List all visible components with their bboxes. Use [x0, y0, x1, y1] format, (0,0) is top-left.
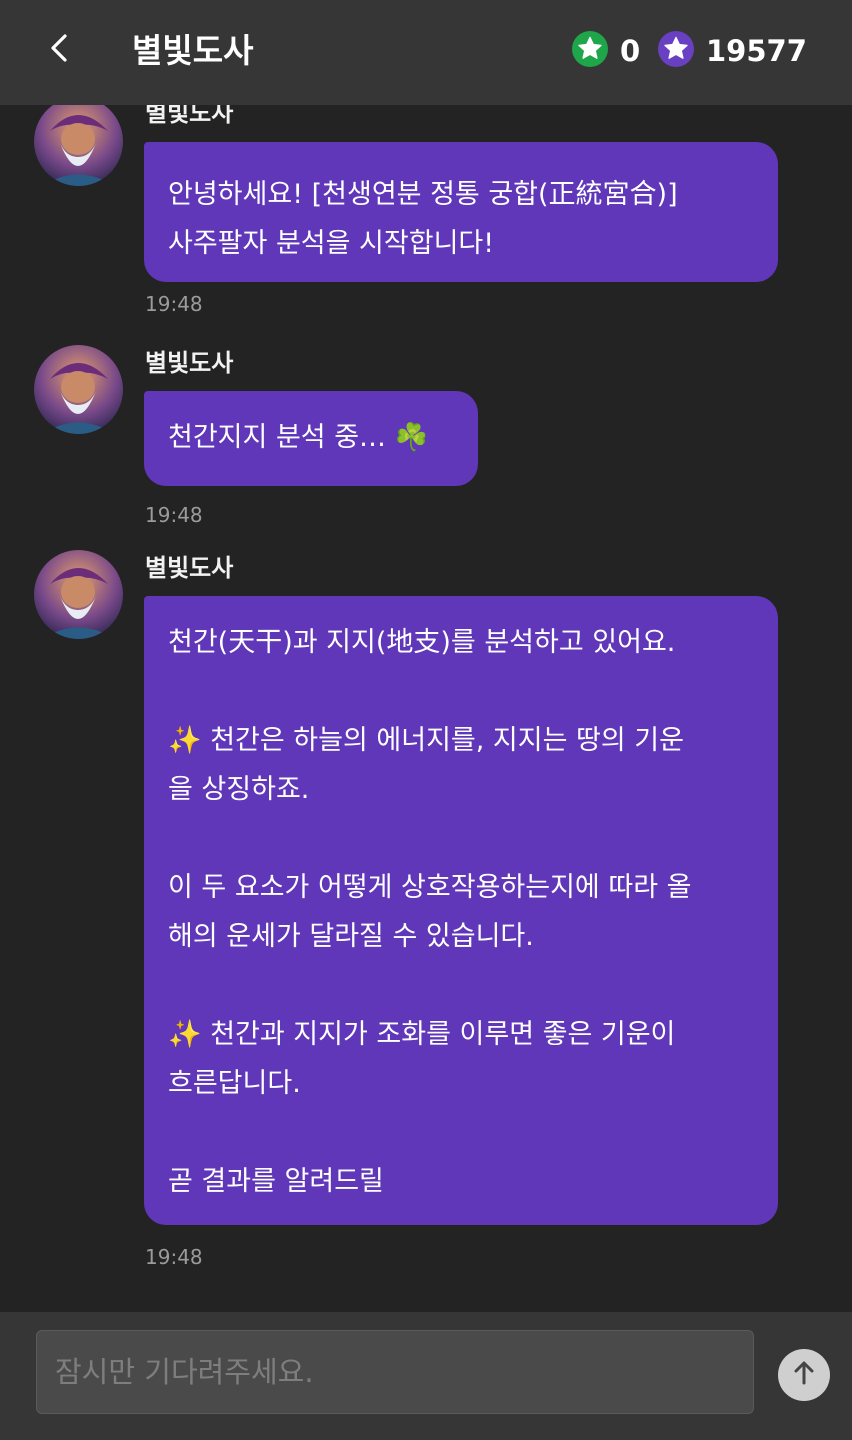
page-title: 별빛도사 [132, 31, 254, 70]
message-time: 19:48 [145, 1245, 203, 1269]
message-time: 19:48 [145, 503, 203, 527]
green-star-count: 0 [620, 34, 641, 68]
arrow-up-icon [790, 1359, 818, 1391]
chat-screen: 별빛도사 0 19577 별빛도사 안녕하세요! [천생연분 정통 궁합(正統宮… [0, 0, 852, 1440]
green-star-counter: 0 [572, 30, 640, 72]
message-bubble: 안녕하세요! [천생연분 정통 궁합(正統宮合)] 사주팔자 분석을 시작합니다… [144, 142, 778, 282]
sender-name: 별빛도사 [145, 349, 234, 377]
message-input-bar [0, 1312, 852, 1440]
purple-star-count: 19577 [706, 34, 807, 68]
wizard-avatar[interactable] [34, 550, 123, 639]
chevron-left-icon [45, 33, 75, 67]
message-list[interactable]: 별빛도사 안녕하세요! [천생연분 정통 궁합(正統宮合)] 사주팔자 분석을 … [0, 105, 852, 1312]
green-star-icon [572, 31, 608, 71]
top-bar: 별빛도사 0 19577 [0, 0, 852, 105]
purple-star-counter: 19577 [658, 30, 807, 72]
wizard-avatar[interactable] [34, 345, 123, 434]
message-input[interactable] [36, 1330, 754, 1414]
wizard-avatar[interactable] [34, 105, 123, 186]
message-bubble: 천간(天干)과 지지(地支)를 분석하고 있어요. ✨ 천간은 하늘의 에너지를… [144, 596, 778, 1225]
message-bubble: 천간지지 분석 중… ☘️ [144, 391, 478, 486]
purple-star-icon [658, 31, 694, 71]
sender-name: 별빛도사 [145, 105, 234, 127]
message-time: 19:48 [145, 292, 203, 316]
back-button[interactable] [36, 26, 84, 74]
sender-name: 별빛도사 [145, 554, 234, 582]
send-button[interactable] [778, 1349, 830, 1401]
